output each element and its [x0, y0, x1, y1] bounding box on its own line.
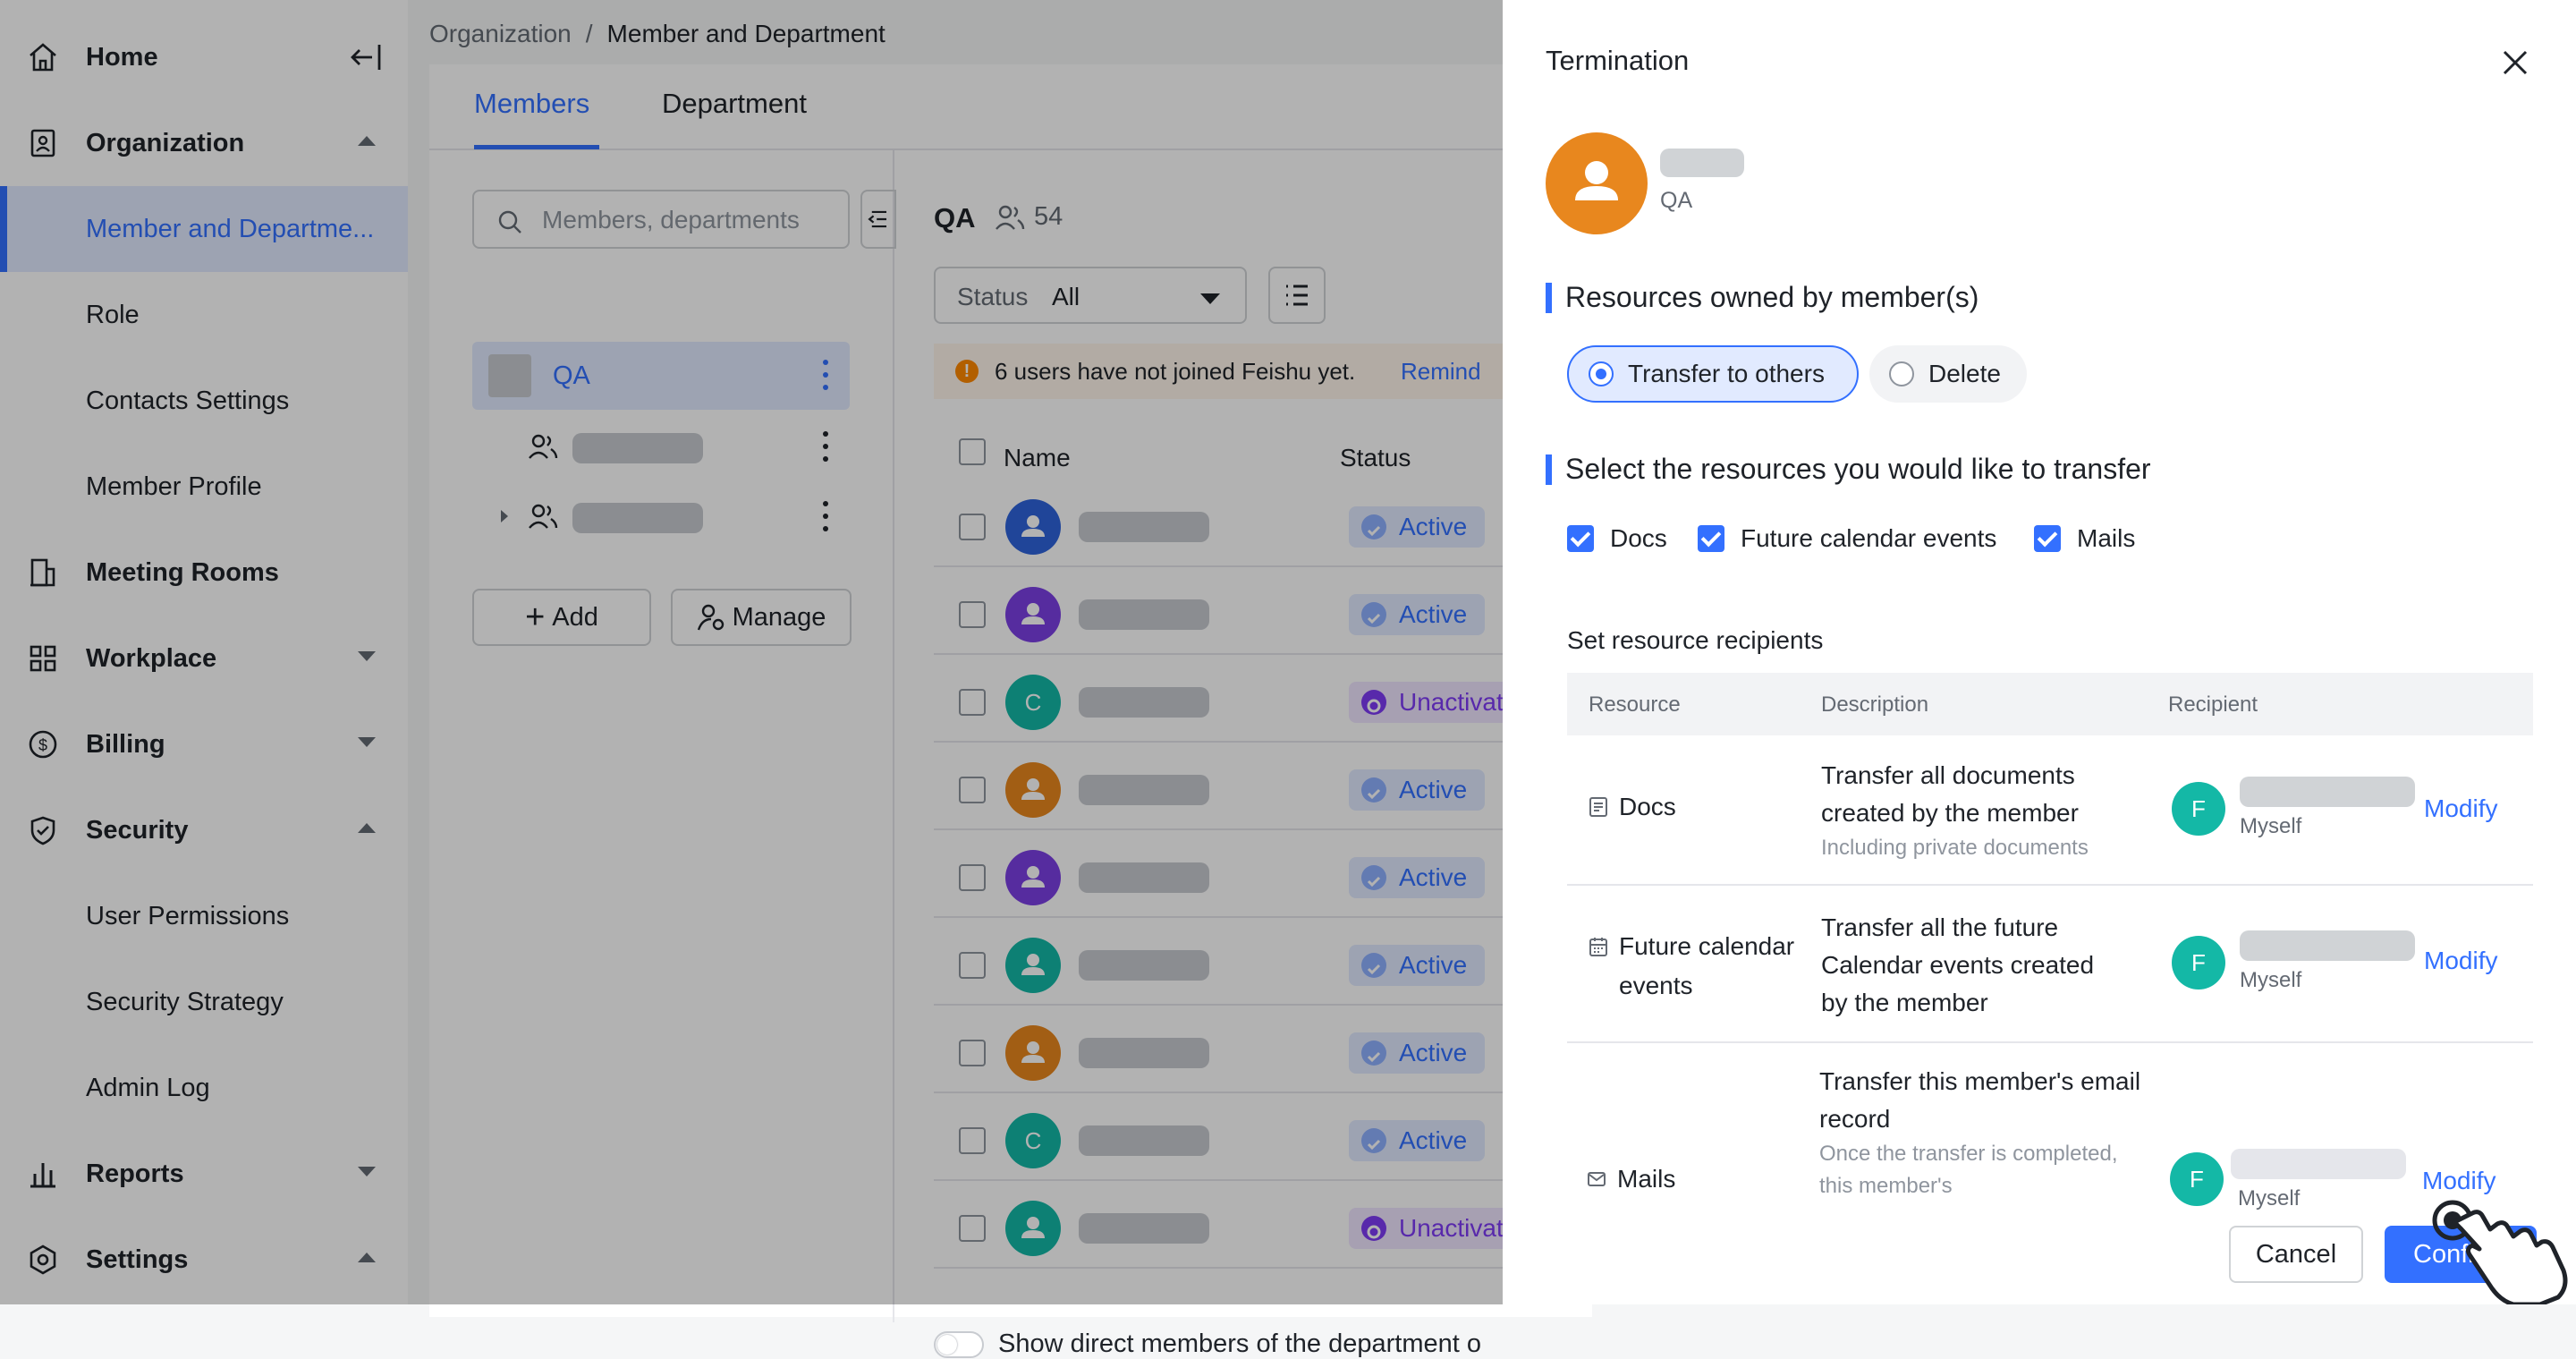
mails-checkbox[interactable]: Mails: [2034, 524, 2135, 553]
drawer-title: Termination: [1546, 45, 1690, 76]
recipient-avatar: F: [2170, 1152, 2224, 1206]
recipient-avatar: F: [2172, 782, 2225, 836]
checkbox-checked: [1567, 525, 1594, 552]
modify-recipient-link[interactable]: Modify: [2424, 794, 2497, 823]
description-note: Including private documents: [1821, 836, 2089, 860]
checkbox-label: Docs: [1610, 524, 1667, 552]
radio-circle: [1589, 361, 1614, 386]
description-text: Transfer all the future Calendar events …: [1821, 913, 2095, 1016]
recipient-subtext: Myself: [2240, 968, 2302, 992]
checkbox-checked: [2034, 525, 2061, 552]
direct-members-toggle-label: Show direct members of the department o: [998, 1329, 1481, 1358]
redacted-member-name: [1660, 149, 1744, 177]
resource-name: Mails: [1587, 1159, 1675, 1199]
resource-name-label: Mails: [1617, 1165, 1676, 1193]
modal-overlay[interactable]: [0, 0, 1503, 1304]
checkbox-checked: [1698, 525, 1724, 552]
redacted-recipient-name: [2240, 777, 2415, 807]
mail-icon: [1588, 1172, 1606, 1186]
resource-description: Transfer all documents created by the me…: [1821, 757, 2125, 864]
radio-label: Transfer to others: [1628, 360, 1825, 387]
future-calendar-events-checkbox[interactable]: Future calendar events: [1698, 524, 1996, 553]
description-note: Once the transfer is completed, this mem…: [1819, 1142, 2118, 1198]
delete-radio[interactable]: Delete: [1869, 345, 2027, 403]
set-recipients-label: Set resource recipients: [1567, 626, 1824, 654]
description-text: Transfer all documents created by the me…: [1821, 761, 2079, 827]
close-icon[interactable]: [2497, 45, 2533, 81]
resource-name-label: Docs: [1619, 793, 1676, 820]
column-header-description: Description: [1821, 692, 1929, 717]
recipient-row-mails: Mails Transfer this member's email recor…: [1528, 1050, 2549, 1211]
resource-name-label: Future calendar events: [1619, 932, 1795, 999]
column-header-recipient: Recipient: [2168, 692, 2258, 717]
checkbox-label: Future calendar events: [1741, 524, 1997, 552]
modify-recipient-link[interactable]: Modify: [2424, 947, 2497, 975]
section-heading-select-resources: Select the resources you would like to t…: [1546, 453, 2151, 486]
resource-description: Transfer this member's email record Once…: [1819, 1063, 2141, 1202]
recipient-subtext: Myself: [2238, 1186, 2301, 1210]
document-icon: [1589, 797, 1607, 817]
member-department: QA: [1660, 188, 1693, 213]
recipient-avatar: F: [2172, 936, 2225, 990]
pointer-hand-icon: [2432, 1200, 2568, 1304]
recipient-row-docs: Docs Transfer all documents created by t…: [1567, 735, 2533, 886]
recipient-subtext: Myself: [2240, 814, 2302, 838]
recipients-table-header: Resource Description Recipient: [1567, 673, 2533, 735]
calendar-icon: [1589, 938, 1607, 956]
resource-name: Docs: [1589, 787, 1676, 827]
direct-members-toggle[interactable]: [934, 1331, 984, 1358]
redacted-recipient-name: [2231, 1149, 2406, 1179]
resource-description: Transfer all the future Calendar events …: [1821, 909, 2125, 1022]
radio-circle: [1889, 361, 1914, 386]
cancel-label: Cancel: [2255, 1239, 2337, 1269]
radio-label: Delete: [1928, 360, 2001, 387]
section-heading-resources-owned: Resources owned by member(s): [1546, 281, 1979, 314]
member-avatar: [1546, 132, 1648, 234]
person-icon: [1575, 161, 1618, 200]
transfer-to-others-radio[interactable]: Transfer to others: [1567, 345, 1859, 403]
recipient-row-calendar: Future calendar events Transfer all the …: [1567, 886, 2533, 1043]
docs-checkbox[interactable]: Docs: [1567, 524, 1667, 553]
description-text: Transfer this member's email record: [1819, 1067, 2141, 1133]
column-header-resource: Resource: [1589, 692, 1681, 717]
redacted-recipient-name: [2240, 930, 2415, 961]
cancel-button[interactable]: Cancel: [2229, 1226, 2363, 1283]
checkbox-label: Mails: [2077, 524, 2136, 552]
resource-name: Future calendar events: [1589, 927, 1807, 1006]
